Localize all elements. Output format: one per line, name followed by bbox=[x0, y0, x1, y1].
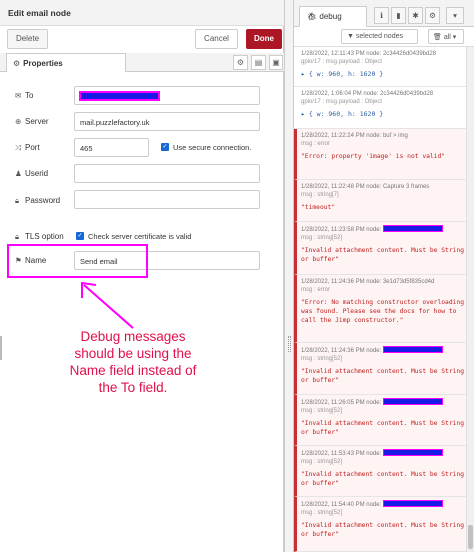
message-body[interactable]: ▸ { w: 960, h: 1620 } bbox=[301, 70, 466, 78]
redacted-node-name bbox=[382, 225, 443, 232]
message-meta-text: 1/28/2022, 11:23:58 PM node: bbox=[301, 227, 382, 233]
annotation-line-4: the To field. bbox=[98, 380, 168, 395]
message-body: "Invalid attachment content. Must be Str… bbox=[301, 522, 465, 538]
message-body: "Invalid attachment content. Must be Str… bbox=[301, 420, 465, 436]
message-topic: msg : string[52] bbox=[301, 510, 343, 516]
tab-debug-label: debug bbox=[319, 12, 342, 21]
debug-scrollbar[interactable] bbox=[466, 47, 474, 552]
annotation-arrow bbox=[81, 281, 134, 329]
message-topic: msg : string[52] bbox=[301, 408, 343, 414]
message-meta: 1/28/2022, 11:54:40 PM node: bbox=[301, 500, 466, 509]
message-topic: msg : error bbox=[301, 141, 331, 147]
message-topic: msg : error bbox=[301, 287, 331, 293]
debug-message[interactable]: 1/28/2022, 11:53:43 PM node: msg : strin… bbox=[294, 446, 466, 497]
message-body[interactable]: ▸ { w: 960, h: 1620 } bbox=[301, 110, 466, 118]
filter-nodes-button[interactable]: ▼ selected nodes bbox=[341, 29, 418, 44]
message-body: "Error: property 'image' is not valid" bbox=[301, 153, 446, 160]
redacted-node-name bbox=[382, 500, 443, 507]
message-topic: msg : string[52] bbox=[301, 356, 343, 362]
redacted-node-name bbox=[382, 346, 443, 353]
message-meta-text: 1/28/2022, 11:54:40 PM node: bbox=[301, 502, 382, 508]
config-icon[interactable]: ⚙ bbox=[425, 7, 440, 24]
bug-icon: 🐞︎ bbox=[307, 12, 318, 21]
debug-message[interactable]: 1/28/2022, 1:06:04 PM node: 2c34426d0439… bbox=[294, 87, 466, 129]
message-body: "Invalid attachment content. Must be Str… bbox=[301, 368, 465, 384]
debug-message[interactable]: 1/28/2022, 11:24:36 PM node: 3e1d73d5f83… bbox=[294, 275, 466, 343]
message-meta: 1/28/2022, 12:11:43 PM node: 2c34426d043… bbox=[301, 51, 437, 57]
chevron-down-icon[interactable]: ▾ bbox=[446, 7, 464, 24]
trash-icon: 🗑︎ bbox=[433, 34, 442, 41]
debug-message[interactable]: 1/28/2022, 11:54:40 PM node: msg : strin… bbox=[294, 497, 466, 552]
message-meta: 1/28/2022, 11:24:36 PM node: 3e1d73d5f83… bbox=[301, 279, 435, 285]
debug-message-list: 1/28/2022, 12:11:43 PM node: 2c34426d043… bbox=[294, 47, 466, 552]
debug-message[interactable]: 1/28/2022, 11:22:24 PM node: buf > img m… bbox=[294, 129, 466, 180]
message-body: "Invalid attachment content. Must be Str… bbox=[301, 247, 465, 263]
annotation-line-1: Debug messages bbox=[80, 329, 186, 344]
message-meta: 1/28/2022, 11:53:43 PM node: bbox=[301, 449, 466, 458]
message-body: "Invalid attachment content. Must be Str… bbox=[301, 471, 465, 487]
scrollbar-thumb[interactable] bbox=[468, 525, 473, 549]
sidebar-tab-bar: 🐞︎ debug ℹ ▮ ✱ ⚙ ▾ bbox=[294, 0, 474, 27]
message-topic: gpio/17 : msg.payload : Object bbox=[301, 59, 383, 65]
debug-message[interactable]: 1/28/2022, 12:11:43 PM node: 2c34426d043… bbox=[294, 47, 466, 87]
message-body: "Error: No matching constructor overload… bbox=[301, 299, 465, 324]
help-icon[interactable]: ▮ bbox=[391, 7, 406, 24]
message-body-text: { w: 960, h: 1620 } bbox=[308, 70, 384, 78]
redacted-node-name bbox=[382, 449, 443, 456]
debug-message[interactable]: 1/28/2022, 11:26:05 PM node: msg : strin… bbox=[294, 395, 466, 446]
debug-toolbar: ▼ selected nodes 🗑︎ all ▾ bbox=[294, 27, 474, 47]
message-meta: 1/28/2022, 11:26:05 PM node: bbox=[301, 398, 466, 407]
message-meta-text: 1/28/2022, 11:26:05 PM node: bbox=[301, 400, 382, 406]
filter-label: selected nodes bbox=[355, 33, 403, 40]
message-body: "timeout" bbox=[301, 204, 336, 211]
message-topic: msg : string[7] bbox=[301, 192, 339, 198]
annotation-line-2: should be using the bbox=[74, 346, 192, 361]
message-body-text: { w: 960, h: 1620 } bbox=[308, 110, 384, 118]
tab-debug[interactable]: 🐞︎ debug bbox=[299, 6, 367, 27]
sidebar-splitter[interactable] bbox=[284, 0, 294, 552]
bug-tab-icon[interactable]: ✱ bbox=[408, 7, 423, 24]
edit-node-panel: Edit email node Delete Cancel Done ⚙ Prop… bbox=[0, 0, 284, 552]
debug-message[interactable]: 1/28/2022, 11:24:36 PM node: msg : strin… bbox=[294, 343, 466, 395]
annotation-line-3: Name field instead of bbox=[69, 363, 197, 378]
message-topic: gpio/17 : msg.payload : Object bbox=[301, 99, 383, 105]
message-meta: 1/28/2022, 11:23:58 PM node: bbox=[301, 225, 466, 234]
filter-icon: ▼ bbox=[347, 33, 354, 40]
message-meta: 1/28/2022, 11:22:48 PM node: Capture 3 f… bbox=[301, 184, 430, 190]
resize-handle-left[interactable] bbox=[0, 336, 2, 360]
splitter-grip[interactable] bbox=[288, 336, 291, 352]
debug-message[interactable]: 1/28/2022, 11:23:58 PM node: msg : strin… bbox=[294, 222, 466, 275]
message-meta-text: 1/28/2022, 11:53:43 PM node: bbox=[301, 451, 382, 457]
message-meta: 1/28/2022, 11:22:24 PM node: buf > img bbox=[301, 133, 408, 139]
message-topic: msg : string[52] bbox=[301, 235, 343, 241]
redacted-node-name bbox=[382, 398, 443, 405]
clear-messages-button[interactable]: 🗑︎ all ▾ bbox=[428, 29, 464, 44]
info-icon[interactable]: ℹ bbox=[374, 7, 389, 24]
debug-sidebar: 🐞︎ debug ℹ ▮ ✱ ⚙ ▾ ▼ selected nodes 🗑︎ a… bbox=[294, 0, 474, 552]
message-topic: msg : string[52] bbox=[301, 459, 343, 465]
message-meta: 1/28/2022, 11:24:36 PM node: bbox=[301, 346, 466, 355]
clear-label: all bbox=[443, 34, 451, 41]
message-meta-text: 1/28/2022, 11:24:36 PM node: bbox=[301, 348, 382, 354]
message-meta: 1/28/2022, 1:06:04 PM node: 2c34426d0439… bbox=[301, 91, 434, 97]
debug-message[interactable]: 1/28/2022, 11:22:48 PM node: Capture 3 f… bbox=[294, 180, 466, 222]
annotation-text: Debug messages should be using the Name … bbox=[58, 328, 208, 396]
